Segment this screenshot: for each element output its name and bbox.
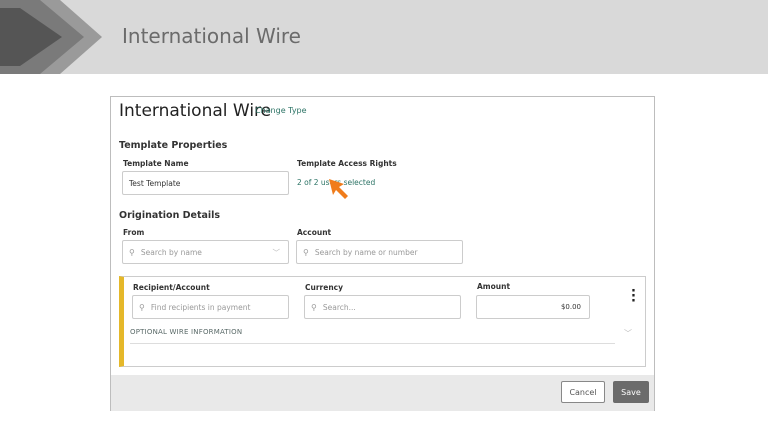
from-search-input[interactable]: ⚲ Search by name ﹀	[122, 240, 289, 264]
divider	[130, 343, 615, 344]
access-rights-label: Template Access Rights	[297, 159, 397, 168]
search-icon: ⚲	[139, 302, 145, 312]
more-options-icon[interactable]: · · ·	[631, 285, 636, 308]
search-icon: ⚲	[129, 247, 135, 257]
template-properties-heading: Template Properties	[119, 140, 228, 151]
recipient-placeholder: Find recipients in payment	[150, 302, 251, 312]
chevron-down-icon[interactable]: ﹀	[624, 328, 632, 339]
cancel-button[interactable]: Cancel	[561, 381, 605, 403]
search-icon: ⚲	[311, 302, 317, 312]
optional-wire-info-toggle[interactable]: OPTIONAL WIRE INFORMATION	[130, 328, 242, 336]
form-footer: Cancel Save	[111, 375, 654, 411]
currency-placeholder: Search...	[322, 302, 356, 312]
account-label: Account	[297, 228, 332, 237]
form-title: International Wire	[119, 101, 272, 121]
change-type-link[interactable]: Change Type	[255, 106, 307, 115]
chevron-down-icon: ﹀	[272, 247, 281, 257]
currency-label: Currency	[305, 283, 344, 292]
account-search-input[interactable]: ⚲ Search by name or number	[296, 240, 463, 264]
account-placeholder: Search by name or number	[314, 247, 418, 257]
header-title: International Wire	[122, 24, 301, 48]
amount-input[interactable]: $0.00	[476, 295, 590, 319]
currency-search-input[interactable]: ⚲ Search...	[304, 295, 461, 319]
recipient-search-input[interactable]: ⚲ Find recipients in payment	[132, 295, 289, 319]
amount-value: $0.00	[560, 303, 581, 311]
from-placeholder: Search by name	[140, 247, 202, 257]
wire-form-panel: International Wire Change Type Template …	[110, 96, 655, 411]
template-name-input[interactable]: Test Template	[122, 171, 289, 195]
template-name-value: Test Template	[129, 178, 181, 188]
amount-label: Amount	[477, 282, 511, 291]
page-header: International Wire	[0, 0, 768, 74]
payment-card: Recipient/Account ⚲ Find recipients in pa…	[119, 276, 646, 367]
cursor-pointer-icon	[329, 179, 348, 199]
template-name-label: Template Name	[123, 159, 189, 168]
chevron-logo-icon	[0, 0, 102, 74]
origination-heading: Origination Details	[119, 210, 221, 221]
from-label: From	[123, 228, 145, 237]
recipient-label: Recipient/Account	[133, 283, 210, 292]
save-button[interactable]: Save	[613, 381, 649, 403]
search-icon: ⚲	[303, 247, 309, 257]
